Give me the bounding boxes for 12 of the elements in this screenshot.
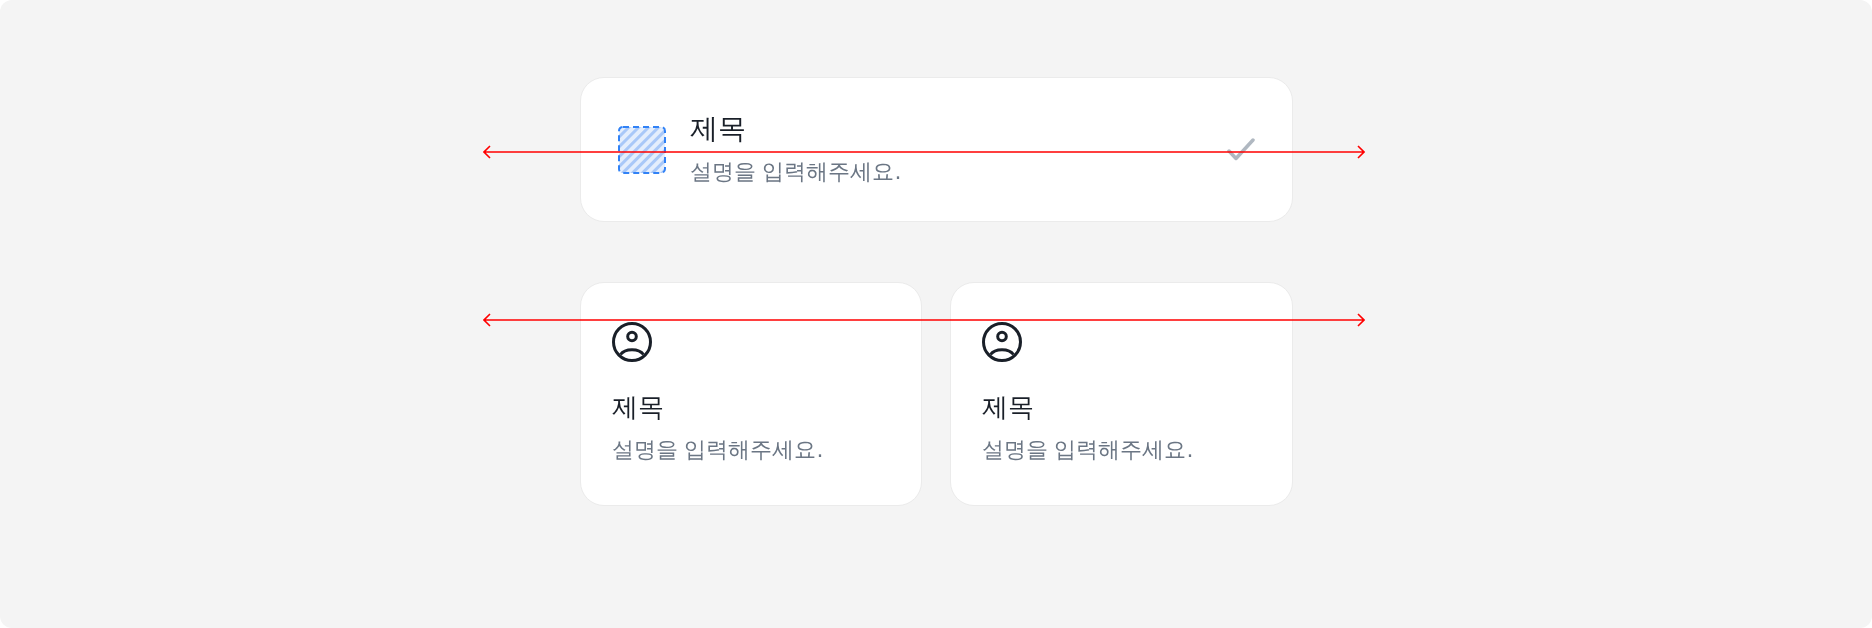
card-description: 설명을 입력해주세요. — [611, 436, 824, 464]
option-card[interactable]: 제목 설명을 입력해주세요. — [949, 282, 1293, 506]
card-description: 설명을 입력해주세요. — [981, 436, 1194, 464]
card-title: 제목 — [611, 391, 664, 424]
card-title: 제목 — [981, 391, 1034, 424]
user-circle-icon — [981, 322, 1022, 362]
card-description: 설명을 입력해주세요. — [689, 158, 902, 186]
user-circle-icon — [611, 322, 652, 362]
option-card[interactable]: 제목 설명을 입력해주세요. — [579, 77, 1293, 222]
image-placeholder-icon — [617, 125, 666, 174]
option-card[interactable]: 제목 설명을 입력해주세요. — [579, 282, 922, 506]
card-title: 제목 — [689, 111, 746, 147]
